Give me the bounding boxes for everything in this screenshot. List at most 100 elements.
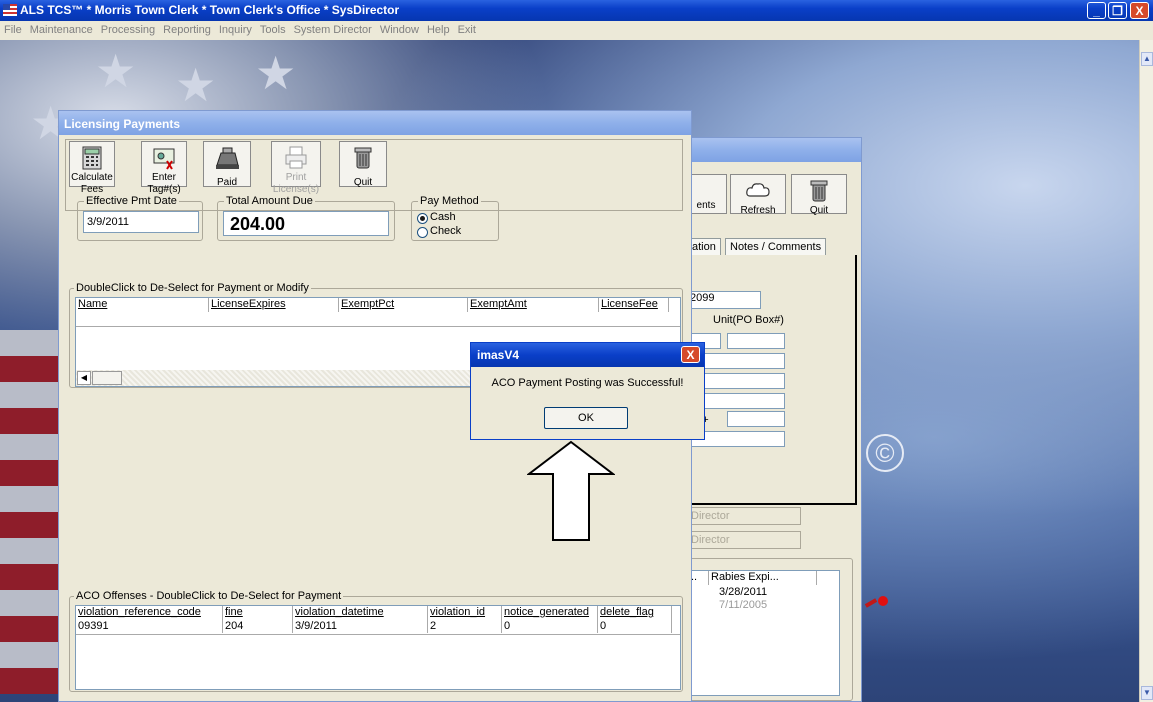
cash-register-icon <box>216 147 239 169</box>
scroll-left-icon[interactable]: ◀ <box>77 371 91 385</box>
minimize-button[interactable]: _ <box>1087 2 1106 19</box>
offense-column-header[interactable]: violation_id <box>428 606 502 620</box>
licensing-payments-title: Licensing Payments <box>64 117 181 131</box>
trash-can-icon <box>354 147 372 169</box>
app-title-bar: ALS TCS™ * Morris Town Clerk * Town Cler… <box>0 0 1153 21</box>
message-text: ACO Payment Posting was Successful! <box>491 377 684 389</box>
scroll-up-icon[interactable]: ▲ <box>1141 52 1153 66</box>
menu-exit[interactable]: Exit <box>454 21 480 36</box>
flag-icon <box>3 4 17 16</box>
offense-cell: 0 <box>502 620 598 633</box>
offense-cell: 3/9/2011 <box>293 620 428 633</box>
app-title: ALS TCS™ * Morris Town Clerk * Town Cler… <box>20 3 400 17</box>
license-column-header[interactable]: ExemptAmt <box>468 298 599 312</box>
flag-stripe <box>0 382 60 408</box>
flag-stripe <box>0 512 60 538</box>
cloud-icon <box>746 183 770 197</box>
licensing-payments-title-bar: Licensing Payments <box>59 111 691 135</box>
owner-details-window: ents Refresh Quit ation Notes / Comments… <box>685 137 862 702</box>
menu-system-director[interactable]: System Director <box>290 21 376 36</box>
paid-button[interactable]: Paid <box>203 141 251 188</box>
license-column-header[interactable]: ExemptPct <box>339 298 468 312</box>
flag-stripe <box>0 616 60 642</box>
pets-group: .. Rabies Expi... 3/28/2011 7/11/2005 <box>687 558 853 701</box>
director-field-1[interactable]: Director <box>687 507 801 525</box>
flag-stripe <box>0 408 60 434</box>
menu-window[interactable]: Window <box>376 21 423 36</box>
ok-button[interactable]: OK <box>544 407 628 429</box>
flag-stripe <box>0 460 60 486</box>
flag-stripe <box>0 564 60 590</box>
license-row-empty[interactable] <box>76 312 680 327</box>
check-label: Check <box>430 225 462 237</box>
star-icon: ★ <box>255 47 297 99</box>
printer-icon <box>285 146 307 169</box>
menu-help[interactable]: Help <box>423 21 454 36</box>
pets-grid[interactable]: .. Rabies Expi... 3/28/2011 7/11/2005 <box>688 570 840 696</box>
flag-stripe <box>0 330 60 356</box>
red-pin <box>864 598 878 608</box>
restore-button[interactable]: ❒ <box>1108 2 1127 19</box>
cash-label: Cash <box>430 211 456 223</box>
owner-details-title-bar <box>687 138 861 162</box>
rabies-expiry-cell[interactable]: 7/11/2005 <box>719 599 767 611</box>
menu-reporting[interactable]: Reporting <box>159 21 215 36</box>
refresh-button[interactable]: Refresh <box>730 174 786 216</box>
print-licenses-button[interactable]: Print License(s) <box>271 141 321 195</box>
zip-field[interactable] <box>727 411 785 427</box>
record-number-field[interactable]: 2099 <box>687 291 761 309</box>
license-column-header[interactable]: LicenseFee <box>599 298 669 312</box>
flag-stripe <box>0 538 60 564</box>
scroll-down-icon[interactable]: ▼ <box>1141 686 1153 700</box>
enter-tags-button[interactable]: Enter Tag#(s) <box>141 141 187 195</box>
message-box-close-button[interactable]: X <box>681 346 700 363</box>
flag-stripe <box>0 486 60 512</box>
offense-column-header[interactable]: notice_generated <box>502 606 598 620</box>
up-arrow-icon <box>527 440 615 541</box>
vertical-scrollbar[interactable]: ▲ ▼ <box>1139 40 1153 702</box>
offense-column-header[interactable]: fine <box>223 606 293 620</box>
message-box-title-bar: imasV4 X <box>471 343 704 367</box>
unit-label: Unit(PO Box#) <box>713 314 784 326</box>
tab-notes-comments[interactable]: Notes / Comments <box>725 238 827 255</box>
calculator-icon <box>82 146 102 170</box>
director-field-2[interactable]: Director <box>687 531 801 549</box>
red-dot <box>878 596 888 606</box>
copyright-mark: © <box>866 434 904 472</box>
check-radio[interactable] <box>417 227 428 238</box>
license-column-header[interactable]: LicenseExpires <box>209 298 339 312</box>
offense-column-header[interactable]: violation_datetime <box>293 606 428 620</box>
scrollbar-thumb[interactable] <box>92 371 122 385</box>
tag-icon <box>153 148 175 170</box>
calculate-fees-button[interactable]: Calculate Fees <box>69 141 115 195</box>
close-button[interactable]: X <box>1130 2 1149 19</box>
flag-stripe <box>0 434 60 460</box>
pets-column-header[interactable]: .. <box>689 571 709 585</box>
effective-pmt-date-field[interactable]: 3/9/2011 <box>83 211 199 233</box>
quit-button[interactable]: Quit <box>339 141 387 188</box>
quit-button-back[interactable]: Quit <box>791 174 847 216</box>
message-box-title: imasV4 <box>477 348 520 362</box>
menu-processing[interactable]: Processing <box>97 21 159 36</box>
unit-field-b[interactable] <box>727 333 785 349</box>
flag-stripe <box>0 590 60 616</box>
offense-column-header[interactable]: violation_reference_code <box>76 606 223 620</box>
menu-tools[interactable]: Tools <box>256 21 290 36</box>
license-column-header[interactable]: Name <box>76 298 209 312</box>
trash-can-icon <box>810 180 828 202</box>
star-icon: ★ <box>95 45 137 97</box>
menu-file[interactable]: File <box>0 21 26 36</box>
offense-cell: 0 <box>598 620 672 633</box>
cash-radio[interactable] <box>417 213 428 224</box>
offense-row[interactable]: 09391 204 3/9/2011 2 0 0 <box>76 620 680 635</box>
tab-information[interactable]: ation <box>687 238 721 255</box>
rabies-expiry-header[interactable]: Rabies Expi... <box>709 571 817 585</box>
offense-column-header[interactable]: delete_flag <box>598 606 672 620</box>
menu-inquiry[interactable]: Inquiry <box>215 21 256 36</box>
star-icon: ★ <box>175 59 217 111</box>
offense-grid[interactable]: violation_reference_code fine violation_… <box>75 605 681 690</box>
total-amount-due-field[interactable]: 204.00 <box>223 211 389 236</box>
offense-cell: 204 <box>223 620 293 633</box>
menu-maintenance[interactable]: Maintenance <box>26 21 97 36</box>
rabies-expiry-cell[interactable]: 3/28/2011 <box>719 586 767 598</box>
